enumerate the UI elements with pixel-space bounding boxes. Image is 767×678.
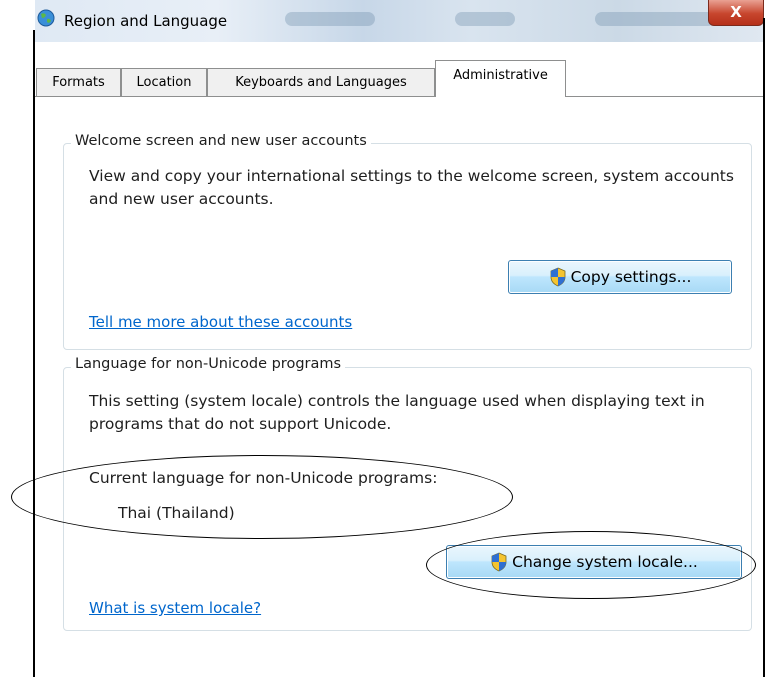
current-language-label: Current language for non-Unicode program… <box>89 469 438 487</box>
window-title: Region and Language <box>64 12 228 30</box>
tab-formats[interactable]: Formats <box>36 68 121 96</box>
change-system-locale-button[interactable]: Change system locale... <box>446 545 742 579</box>
titlebar-glass-decoration <box>595 12 715 26</box>
uac-shield-icon <box>491 552 507 572</box>
titlebar-glass-decoration <box>285 12 375 26</box>
nonunicode-group-title: Language for non-Unicode programs <box>71 356 346 372</box>
close-button[interactable]: X <box>708 0 764 26</box>
uac-shield-icon <box>550 267 565 287</box>
tab-location[interactable]: Location <box>121 68 207 96</box>
welcome-screen-description: View and copy your international setting… <box>89 167 734 208</box>
copy-settings-label: Copy settings... <box>570 268 692 286</box>
what-is-system-locale-link[interactable]: What is system locale? <box>89 599 261 617</box>
tell-me-more-link[interactable]: Tell me more about these accounts <box>89 313 352 331</box>
current-language-value: Thai (Thailand) <box>118 504 235 522</box>
welcome-screen-group-title: Welcome screen and new user accounts <box>71 133 371 149</box>
titlebar-glass-decoration <box>455 12 515 26</box>
window-border-right <box>763 18 765 677</box>
tab-keyboards-and-languages[interactable]: Keyboards and Languages <box>207 68 435 96</box>
nonunicode-description: This setting (system locale) controls th… <box>89 392 705 433</box>
tab-administrative[interactable]: Administrative <box>435 60 566 97</box>
copy-settings-button[interactable]: Copy settings... <box>508 260 732 294</box>
globe-icon <box>37 9 55 27</box>
change-system-locale-label: Change system locale... <box>512 553 698 571</box>
